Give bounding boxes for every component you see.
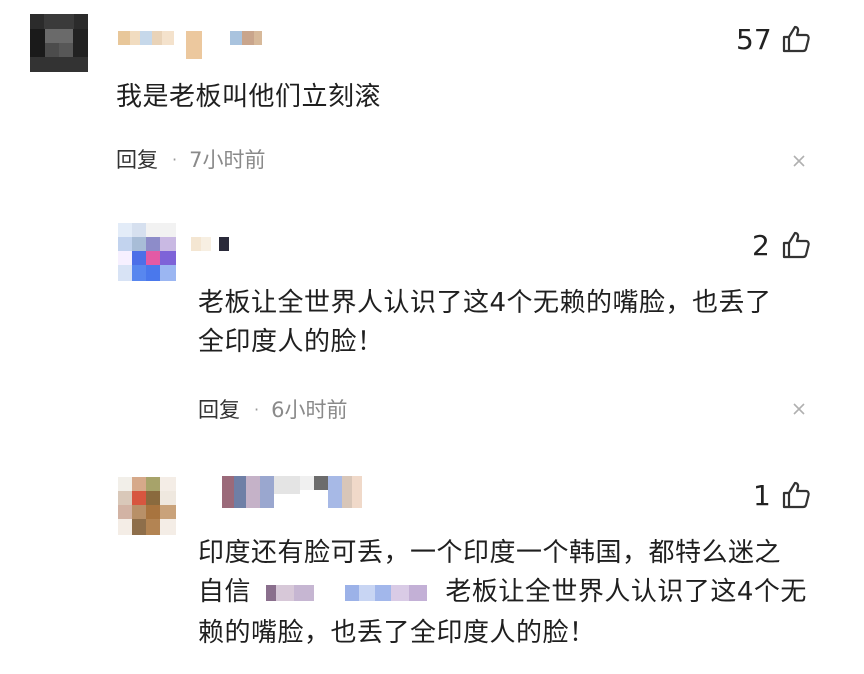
like-count: 2 [752, 229, 770, 262]
thumbs-up-icon[interactable] [781, 24, 811, 54]
comment-text-fragment: 自信 [198, 577, 252, 607]
avatar[interactable] [118, 477, 176, 535]
comment-text: 我是老板叫他们立刻滚 [116, 82, 382, 112]
comment-text-line: 自信 老板让全世界人认识了这4个无 [198, 571, 807, 614]
close-icon[interactable] [792, 402, 806, 416]
reply-button[interactable]: 回复 [198, 394, 240, 424]
mention-username[interactable] [344, 584, 427, 601]
thumbs-up-icon[interactable] [781, 480, 811, 510]
username[interactable] [222, 476, 362, 508]
separator-dot: · [172, 149, 178, 169]
thumbs-up-icon[interactable] [781, 230, 811, 260]
timestamp: 6小时前 [271, 398, 348, 422]
avatar[interactable] [118, 223, 176, 281]
timestamp: 7小时前 [189, 148, 266, 172]
comment-meta: 回复 · 6小时前 [198, 394, 347, 424]
close-icon[interactable] [792, 154, 806, 168]
like-count: 1 [753, 479, 771, 512]
comment-text-fragment: 老板让全世界人认识了这4个无 [445, 577, 807, 607]
reply-button[interactable]: 回复 [116, 144, 158, 174]
separator-dot: · [254, 399, 260, 419]
comment-text: 全印度人的脸！ [198, 327, 384, 357]
comment-text: 赖的嘴脸，也丢了全印度人的脸！ [198, 618, 596, 648]
mention-username[interactable] [265, 584, 314, 601]
avatar[interactable] [30, 14, 88, 72]
like-count: 57 [736, 23, 772, 56]
comment-text: 老板让全世界人认识了这4个无赖的嘴脸，也丢了 [198, 288, 772, 318]
username[interactable] [191, 237, 229, 251]
username[interactable] [118, 31, 262, 59]
comment-text: 印度还有脸可丢，一个印度一个韩国，都特么迷之 [198, 538, 782, 568]
comment-meta: 回复 · 7小时前 [116, 144, 265, 174]
